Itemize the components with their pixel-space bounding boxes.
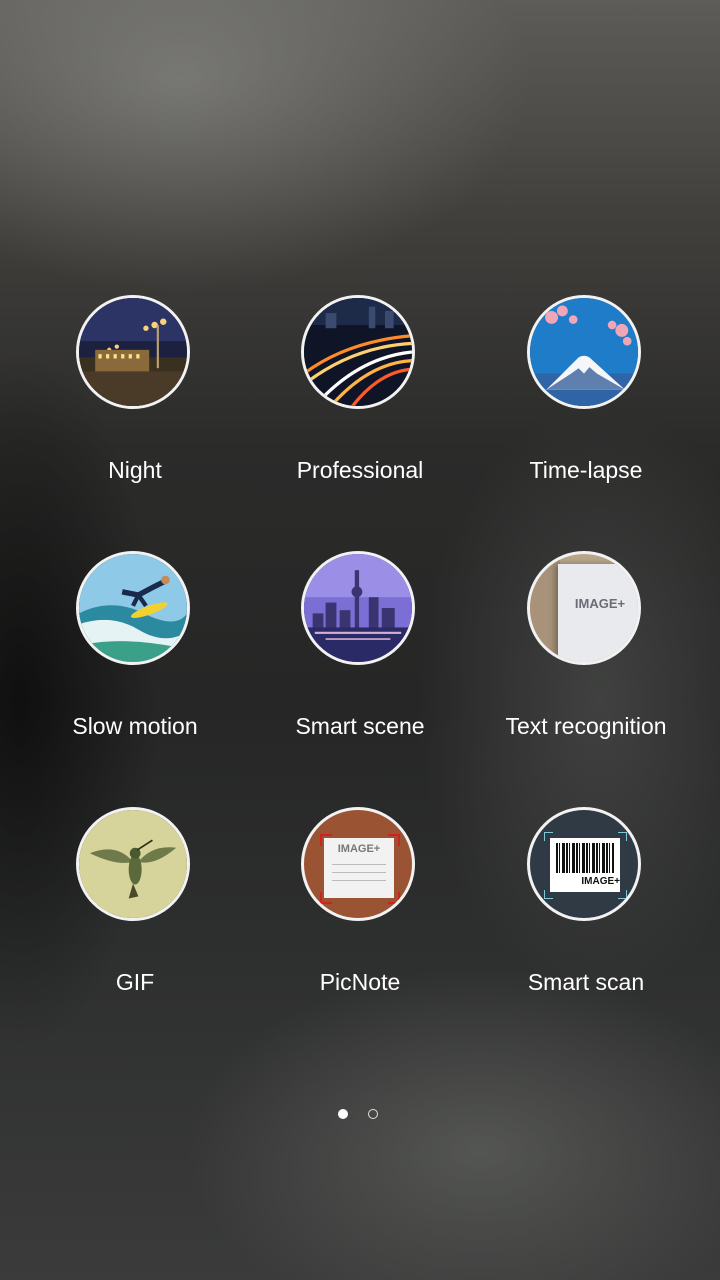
mode-label: PicNote (319, 969, 401, 995)
mode-label: Smart scan (527, 969, 645, 995)
light-trails-icon (301, 295, 415, 409)
night-city-icon (76, 295, 190, 409)
mount-fuji-icon (527, 295, 641, 409)
note-paper-icon: IMAGE+ (301, 807, 415, 921)
camera-mode-grid: Night Professional Time-lapse Slow motio… (0, 0, 720, 1280)
mode-label: Time-lapse (529, 457, 643, 483)
page-indicator[interactable] (0, 1109, 720, 1123)
document-icon: IMAGE+ (527, 551, 641, 665)
hummingbird-icon (76, 807, 190, 921)
city-skyline-icon (301, 551, 415, 665)
mode-label: Smart scene (295, 713, 425, 739)
mode-label: Night (108, 457, 162, 483)
mode-label: Professional (296, 457, 424, 483)
badge-text: IMAGE+ (581, 876, 620, 887)
badge-text: IMAGE+ (574, 596, 626, 611)
barcode-icon: IMAGE+ (527, 807, 641, 921)
surfer-icon (76, 551, 190, 665)
mode-label: Slow motion (72, 713, 198, 739)
mode-label: GIF (115, 969, 155, 995)
mode-label: Text recognition (505, 713, 667, 739)
page-dot-inactive[interactable] (368, 1109, 378, 1119)
page-dot-active[interactable] (338, 1109, 348, 1119)
badge-text: IMAGE+ (337, 843, 381, 855)
